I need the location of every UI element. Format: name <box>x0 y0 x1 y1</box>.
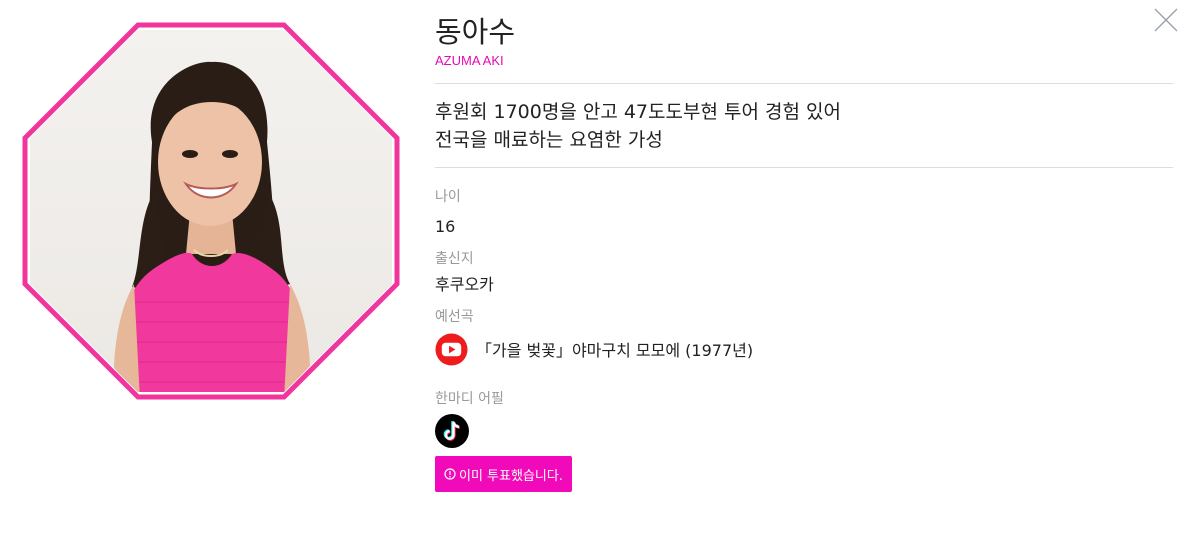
profile-details: 동아수 AZUMA AKI 후원회 1700명을 안고 47도도부현 투어 경험… <box>435 14 1173 492</box>
vote-button[interactable]: 이미 투표했습니다. <box>435 456 572 492</box>
song-label: 예선곡 <box>435 309 474 325</box>
age-value: 16 <box>435 217 456 236</box>
vote-button-label: 이미 투표했습니다. <box>459 468 563 484</box>
appeal-label: 한마디 어필 <box>435 391 504 407</box>
youtube-icon[interactable] <box>435 332 468 366</box>
divider <box>435 83 1173 84</box>
catchphrase-line: 후원회 1700명을 안고 47도도부현 투어 경험 있어 <box>435 101 841 123</box>
member-name-en: AZUMA AKI <box>435 53 504 68</box>
song-row: 「가을 벚꽃」야마구치 모모에 (1977년) <box>435 332 1173 366</box>
divider <box>435 167 1173 168</box>
tiktok-icon[interactable] <box>435 414 469 448</box>
profile-photo <box>22 22 400 400</box>
member-name: 동아수 <box>435 15 516 49</box>
catchphrase-line: 전국을 매료하는 요염한 가성 <box>435 129 663 151</box>
info-icon <box>444 468 456 480</box>
catchphrase: 후원회 1700명을 안고 47도도부현 투어 경험 있어 전국을 매료하는 요… <box>435 98 1173 154</box>
hometown-value: 후쿠오카 <box>435 275 494 294</box>
song-title: 「가을 벚꽃」야마구치 모모에 (1977년) <box>476 341 754 360</box>
hometown-label: 출신지 <box>435 251 474 267</box>
age-label: 나이 <box>435 189 461 205</box>
profile-photo-frame <box>22 22 400 400</box>
